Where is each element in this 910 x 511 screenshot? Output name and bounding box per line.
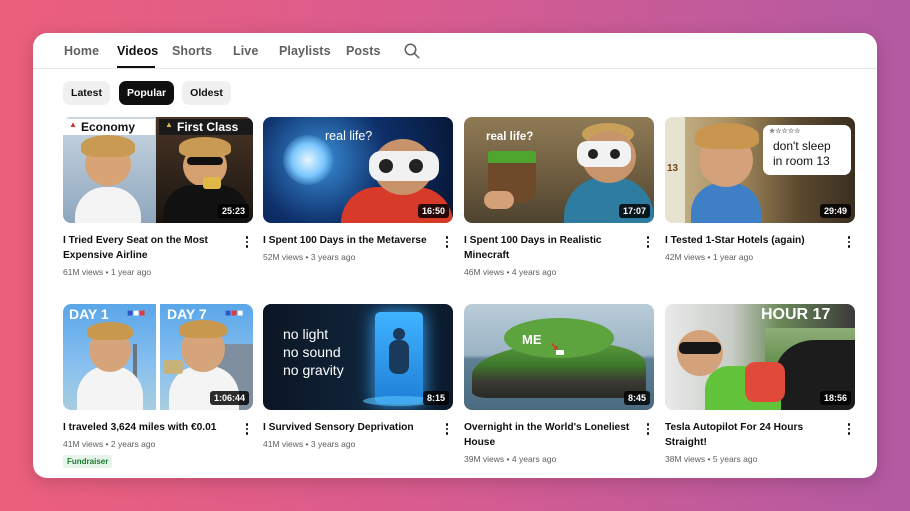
- airline-logo-icon: ▲: [69, 120, 77, 129]
- filter-oldest[interactable]: Oldest: [182, 81, 231, 105]
- thumbnail-text: no light: [283, 326, 329, 342]
- video-title[interactable]: Overnight in the World's Loneliest House: [464, 420, 632, 450]
- tab-posts[interactable]: Posts: [346, 44, 381, 58]
- video-meta: 38M views • 5 years ago: [665, 454, 758, 464]
- thumbnail-text: First Class: [177, 120, 239, 134]
- video-meta: 46M views • 4 years ago: [464, 267, 557, 277]
- view-count: 46M views: [464, 267, 505, 277]
- france-flag-icon: ■■■: [127, 308, 146, 319]
- arrow-icon: ➘: [550, 341, 560, 353]
- channel-videos-panel: Home Videos Shorts Live Playlists Posts …: [33, 33, 877, 478]
- video-meta: 52M views • 3 years ago: [263, 252, 356, 262]
- channel-tabs: Home Videos Shorts Live Playlists Posts: [33, 33, 877, 69]
- upload-age: 2 years ago: [110, 439, 156, 449]
- thumbnail-text: DAY 7: [167, 306, 207, 322]
- video-title[interactable]: Tesla Autopilot For 24 Hours Straight!: [665, 420, 833, 450]
- video-title[interactable]: I Survived Sensory Deprivation: [263, 420, 431, 435]
- video-meta: 39M views • 4 years ago: [464, 454, 557, 464]
- thumbnail-text: real life?: [486, 131, 534, 143]
- thumbnail-text: DAY 1: [69, 306, 109, 322]
- view-count: 61M views: [63, 267, 104, 277]
- video-thumbnail[interactable]: DAY 1 ■■■ DAY 7 ■■■ 1:06:44: [63, 304, 253, 410]
- video-thumbnail[interactable]: ME ➘ 8:45: [464, 304, 654, 410]
- more-options-icon[interactable]: [441, 235, 453, 249]
- video-thumbnail[interactable]: real life? 17:07: [464, 117, 654, 223]
- video-title[interactable]: I Spent 100 Days in Realistic Minecraft: [464, 233, 632, 263]
- video-meta: 41M views • 3 years ago: [263, 439, 356, 449]
- video-title[interactable]: I traveled 3,624 miles with €0.01: [63, 420, 231, 435]
- video-meta: 42M views • 1 year ago: [665, 252, 754, 262]
- video-card: DAY 1 ■■■ DAY 7 ■■■ 1:06:44 I traveled 3…: [63, 304, 253, 468]
- video-duration: 16:50: [417, 204, 449, 218]
- video-card: no light no sound no gravity 8:15 I Surv…: [263, 304, 453, 449]
- video-duration: 25:23: [217, 204, 249, 218]
- video-card: 13 ★☆☆☆☆ don't sleep in room 13 29:49 I …: [665, 117, 855, 262]
- video-card: HOUR 17 18:56 Tesla Autopilot For 24 Hou…: [665, 304, 855, 464]
- filter-popular[interactable]: Popular: [119, 81, 174, 105]
- view-count: 38M views: [665, 454, 706, 464]
- thumbnail-text: in room 13: [773, 154, 830, 168]
- video-duration: 17:07: [618, 204, 650, 218]
- video-duration: 18:56: [819, 391, 851, 405]
- usa-flag-icon: ■■■: [225, 308, 244, 319]
- more-options-icon[interactable]: [843, 422, 855, 436]
- thumbnail-text: no sound: [283, 344, 341, 360]
- upload-age: 4 years ago: [511, 267, 557, 277]
- video-title[interactable]: I Tried Every Seat on the Most Expensive…: [63, 233, 231, 263]
- more-options-icon[interactable]: [642, 422, 654, 436]
- fundraiser-badge: Fundraiser: [63, 455, 113, 468]
- upload-age: 3 years ago: [310, 439, 356, 449]
- video-card: ▲ Economy ▲ First Class 25:23 I Tried Ev…: [63, 117, 253, 277]
- video-duration: 8:15: [422, 391, 449, 405]
- upload-age: 3 years ago: [310, 252, 356, 262]
- thumbnail-text: ME: [522, 332, 542, 347]
- thumbnail-text: Economy: [81, 120, 136, 134]
- active-tab-indicator: [117, 66, 155, 68]
- filter-latest[interactable]: Latest: [63, 81, 110, 105]
- upload-age: 1 year ago: [712, 252, 754, 262]
- thumbnail-text: don't sleep: [773, 139, 831, 153]
- video-duration: 1:06:44: [209, 391, 249, 405]
- video-card: ME ➘ 8:45 Overnight in the World's Lonel…: [464, 304, 654, 464]
- view-count: 52M views: [263, 252, 304, 262]
- upload-age: 1 year ago: [110, 267, 152, 277]
- thumbnail-text: real life?: [325, 129, 373, 143]
- video-thumbnail[interactable]: 13 ★☆☆☆☆ don't sleep in room 13 29:49: [665, 117, 855, 223]
- tab-live[interactable]: Live: [233, 44, 258, 58]
- video-thumbnail[interactable]: no light no sound no gravity 8:15: [263, 304, 453, 410]
- tab-playlists[interactable]: Playlists: [279, 44, 331, 58]
- upload-age: 5 years ago: [712, 454, 758, 464]
- tab-home[interactable]: Home: [64, 44, 99, 58]
- more-options-icon[interactable]: [241, 235, 253, 249]
- view-count: 41M views: [263, 439, 304, 449]
- search-icon[interactable]: [403, 42, 421, 60]
- video-title[interactable]: I Spent 100 Days in the Metaverse: [263, 233, 431, 248]
- video-meta: 41M views • 2 years ago: [63, 439, 156, 449]
- video-thumbnail[interactable]: ▲ Economy ▲ First Class 25:23: [63, 117, 253, 223]
- more-options-icon[interactable]: [642, 235, 654, 249]
- video-duration: 29:49: [819, 204, 851, 218]
- video-duration: 8:45: [623, 391, 650, 405]
- more-options-icon[interactable]: [843, 235, 855, 249]
- more-options-icon[interactable]: [241, 422, 253, 436]
- video-title[interactable]: I Tested 1-Star Hotels (again): [665, 233, 833, 248]
- thumbnail-text: HOUR 17: [761, 306, 831, 323]
- video-card: real life? 17:07 I Spent 100 Days in Rea…: [464, 117, 654, 277]
- video-card: real life? 16:50 I Spent 100 Days in the…: [263, 117, 453, 262]
- view-count: 42M views: [665, 252, 706, 262]
- video-meta: 61M views • 1 year ago: [63, 267, 152, 277]
- view-count: 39M views: [464, 454, 505, 464]
- tab-videos[interactable]: Videos: [117, 44, 158, 58]
- tab-shorts[interactable]: Shorts: [172, 44, 212, 58]
- video-thumbnail[interactable]: HOUR 17 18:56: [665, 304, 855, 410]
- video-thumbnail[interactable]: real life? 16:50: [263, 117, 453, 223]
- more-options-icon[interactable]: [441, 422, 453, 436]
- view-count: 41M views: [63, 439, 104, 449]
- upload-age: 4 years ago: [511, 454, 557, 464]
- star-rating-icon: ★☆☆☆☆: [769, 128, 801, 135]
- airline-logo-icon: ▲: [165, 120, 173, 129]
- thumbnail-text: no gravity: [283, 362, 344, 378]
- room-number: 13: [667, 163, 679, 174]
